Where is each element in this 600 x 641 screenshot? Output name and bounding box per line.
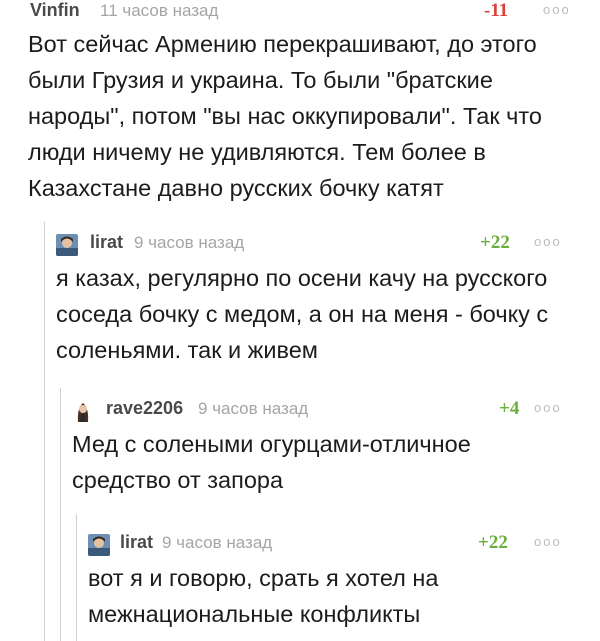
comment-rating: +22 (480, 232, 510, 253)
comment-time[interactable]: 11 часов назад (100, 1, 218, 21)
comment-rating: +4 (499, 398, 520, 419)
comment-rating: -11 (484, 0, 509, 21)
comment-time[interactable]: 9 часов назад (198, 399, 308, 419)
avatar[interactable] (88, 534, 110, 556)
comment: Vinfin 11 часов назад -11 ooo Вот сейчас… (28, 0, 588, 210)
comment-author[interactable]: Vinfin (30, 0, 80, 21)
comment-text: Вот сейчас Армению перекрашивают, до это… (28, 31, 542, 201)
comment-menu-dots-icon[interactable]: ooo (534, 234, 562, 249)
comment-author[interactable]: lirat (120, 532, 153, 553)
thread-branch-line (76, 514, 77, 641)
comment-menu-dots-icon[interactable]: ooo (543, 2, 571, 17)
avatar[interactable] (56, 234, 78, 256)
comment-menu-dots-icon[interactable]: ooo (534, 534, 562, 549)
comment: rave2206 9 часов назад +4 ooo Мед с соле… (72, 398, 588, 502)
comment-header: lirat 9 часов назад +22 ooo (88, 532, 588, 558)
comment: lirat 9 часов назад +22 ooo я казах, рег… (56, 232, 588, 372)
thread-branch-line (44, 222, 45, 641)
comment-header: lirat 9 часов назад +22 ooo (56, 232, 588, 258)
comment-time[interactable]: 9 часов назад (162, 533, 272, 553)
avatar[interactable] (74, 400, 92, 422)
comment-text: вот я и говорю, срать я хотел на межнаци… (88, 565, 439, 627)
comment-menu-dots-icon[interactable]: ooo (534, 400, 562, 415)
comment: lirat 9 часов назад +22 ooo вот я и гово… (88, 532, 588, 636)
comment-rating: +22 (478, 532, 508, 553)
comment-text: я казах, регулярно по осени качу на русс… (56, 265, 549, 363)
comment-author[interactable]: lirat (90, 232, 123, 253)
comment-author[interactable]: rave2206 (106, 398, 183, 419)
comment-header: rave2206 9 часов назад +4 ooo (72, 398, 588, 424)
comment-time[interactable]: 9 часов назад (134, 233, 244, 253)
comment-text: Мед с солеными огурцами-отличное средств… (72, 431, 471, 493)
thread-branch-line (60, 388, 61, 641)
comment-header: Vinfin 11 часов назад -11 ooo (28, 0, 588, 26)
